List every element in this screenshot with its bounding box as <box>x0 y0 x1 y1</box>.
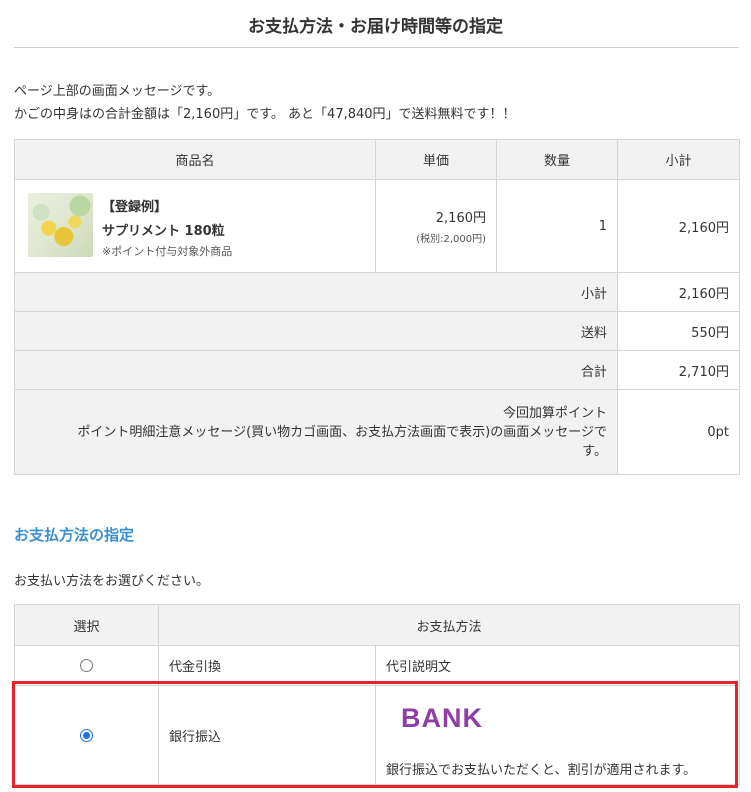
payment-section-title: お支払方法の指定 <box>14 526 135 544</box>
points-label-line-2: ポイント明細注意メッセージ(買い物カゴ画面、お支払方法画面で表示)の画面メッセー… <box>77 424 607 440</box>
payment-radio-cod[interactable] <box>80 659 93 672</box>
points-row: 今回加算ポイント ポイント明細注意メッセージ(買い物カゴ画面、お支払方法画面で表… <box>14 389 740 475</box>
quantity-cell: 1 <box>496 179 618 273</box>
header-unit-price: 単価 <box>375 139 497 180</box>
bank-logo: BANK <box>401 703 483 733</box>
header-quantity: 数量 <box>496 139 618 180</box>
product-cell: 【登録例】 サプリメント 180粒 ※ポイント付与対象外商品 <box>14 179 376 273</box>
payment-option-row-cod[interactable]: 代金引換 代引説明文 <box>14 645 741 686</box>
unit-price-cell: 2,160円 (税別:2,000円) <box>375 179 497 273</box>
page-message-line-1: ページ上部の画面メッセージです。 <box>14 84 221 99</box>
points-value: 0pt <box>617 389 740 475</box>
shipping-value: 550円 <box>617 311 740 351</box>
unit-price: 2,160円 <box>435 211 486 226</box>
subtotal-label: 小計 <box>14 272 618 312</box>
unit-price-excl-tax: (税別:2,000円) <box>416 234 486 245</box>
bank-description-cell: BANK 銀行振込でお支払いただくと、割引が適用されます。 <box>374 685 741 785</box>
payment-radio-bank[interactable] <box>80 728 93 742</box>
points-label-line-3: す。 <box>582 443 607 459</box>
payment-option-row-bank[interactable]: 銀行振込 BANK 銀行振込でお支払いただくと、割引が適用されます。 <box>14 685 741 785</box>
payment-lead-text: お支払い方法をお選びください。 <box>14 574 210 589</box>
title-divider <box>14 47 739 48</box>
cart-header-row: 商品名 単価 数量 小計 <box>14 139 740 180</box>
page-message-line-2: かごの中身はの合計金額は「2,160円」です。 あと「47,840円」で送料無料… <box>14 107 516 122</box>
radio-cell[interactable] <box>14 685 159 785</box>
shipping-row: 送料 550円 <box>14 311 740 351</box>
cart-table: 商品名 単価 数量 小計 【登録例】 サプリメント 180粒 ※ポイント付与対象… <box>14 139 740 475</box>
product-note: ※ポイント付与対象外商品 <box>102 245 233 258</box>
cart-item-row: 【登録例】 サプリメント 180粒 ※ポイント付与対象外商品 2,160円 (税… <box>14 179 740 273</box>
header-select: 選択 <box>14 604 159 646</box>
points-label: 今回加算ポイント ポイント明細注意メッセージ(買い物カゴ画面、お支払方法画面で表… <box>14 389 618 475</box>
header-payment-method: お支払方法 <box>157 604 741 646</box>
payment-method-name[interactable]: 代金引換 <box>158 645 376 686</box>
payment-header-row: 選択 お支払方法 <box>14 604 741 646</box>
product-image[interactable] <box>28 193 93 257</box>
item-subtotal-cell: 2,160円 <box>617 179 740 273</box>
page-title: お支払方法・お届け時間等の指定 <box>248 17 503 37</box>
radio-cell[interactable] <box>14 645 159 686</box>
total-label: 合計 <box>14 350 618 390</box>
shipping-label: 送料 <box>14 311 618 351</box>
payment-method-name[interactable]: 銀行振込 <box>158 685 376 785</box>
payment-method-description: 代引説明文 <box>374 645 741 686</box>
total-row: 合計 2,710円 <box>14 350 740 390</box>
header-subtotal: 小計 <box>617 139 740 180</box>
product-tag: 【登録例】 <box>102 200 168 215</box>
subtotal-row: 小計 2,160円 <box>14 272 740 312</box>
payment-method-description: 銀行振込でお支払いただくと、割引が適用されます。 <box>386 763 697 778</box>
header-product-name: 商品名 <box>14 139 376 180</box>
total-value: 2,710円 <box>617 350 740 390</box>
subtotal-value: 2,160円 <box>617 272 740 312</box>
payment-method-table: 選択 お支払方法 代金引換 代引説明文 銀行振込 BANK 銀行振込でお支払いた… <box>14 604 741 785</box>
points-label-line-1: 今回加算ポイント <box>502 405 607 421</box>
product-name-link[interactable]: サプリメント 180粒 <box>102 220 225 239</box>
